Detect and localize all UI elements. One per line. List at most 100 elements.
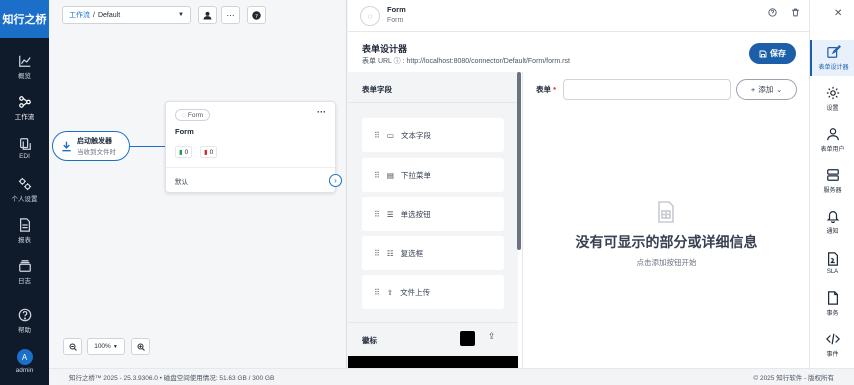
footer-version: 知行之桥™ 2025 - 25.3.9306.0 • 磁盘空间使用情况: 51.… bbox=[69, 375, 275, 382]
nav-item-reports[interactable]: 报表 bbox=[0, 210, 49, 251]
help-icon bbox=[18, 308, 31, 321]
start-trigger-node[interactable]: 启动触发器 当收到文件时 bbox=[52, 131, 130, 161]
node-type-pill: ◌ Form bbox=[175, 109, 211, 121]
badge-preview-bar bbox=[348, 356, 518, 368]
fields-title: 表单字段 bbox=[362, 85, 392, 94]
badge-label: 徽标 bbox=[362, 336, 377, 345]
chart-line-icon bbox=[18, 55, 31, 67]
workspace-name: Default bbox=[97, 11, 121, 19]
nav-item-personal-settings[interactable]: 个人设置 bbox=[0, 169, 49, 210]
edi-icon bbox=[19, 138, 31, 150]
field-checkbox[interactable]: ⠿ ☷ 复选框 bbox=[362, 236, 504, 270]
zoom-in-icon bbox=[137, 343, 145, 351]
drag-handle-icon[interactable]: ⠿ bbox=[374, 131, 380, 140]
field-upload[interactable]: ⠿ ⇧ 文件上传 bbox=[362, 275, 504, 309]
save-button[interactable]: 保存 bbox=[749, 43, 796, 64]
nav-item-logs[interactable]: 日志 bbox=[0, 251, 49, 292]
trash-icon[interactable] bbox=[791, 8, 800, 19]
drag-handle-icon[interactable]: ⠿ bbox=[374, 171, 380, 180]
bell-icon bbox=[826, 211, 839, 223]
rail-item-events[interactable]: 事件 bbox=[810, 325, 854, 365]
nav-item-help[interactable]: 帮助 bbox=[0, 300, 49, 341]
settings-icon bbox=[18, 177, 31, 190]
nav-label: 工作流 bbox=[14, 113, 35, 121]
rail-label: 通知 bbox=[826, 229, 839, 235]
user-name: admin bbox=[15, 367, 34, 374]
field-radio[interactable]: ⠿ ☰ 单选按钮 bbox=[362, 197, 504, 231]
empty-state-title: 没有可显示的部分或详细信息 bbox=[575, 234, 758, 250]
chevron-right-icon[interactable]: › bbox=[329, 174, 342, 187]
form-icon: ◌ bbox=[360, 6, 380, 26]
server-icon bbox=[826, 169, 839, 181]
save-label: 保存 bbox=[770, 49, 786, 58]
person-button[interactable] bbox=[198, 6, 217, 24]
rail-item-notifications[interactable]: 通知 bbox=[810, 202, 854, 242]
app-root: 知行之桥 概览 工作流 EDI 个人设置 报表 日志 帮助 A admin 工作… bbox=[0, 0, 854, 385]
upload-icon[interactable]: ⇪ bbox=[488, 331, 496, 342]
rail-item-sla[interactable]: SLA bbox=[810, 243, 854, 283]
radio-list-icon: ☰ bbox=[386, 209, 394, 219]
nav-item-workflow[interactable]: 工作流 bbox=[0, 87, 49, 128]
rail-label: 表单用户 bbox=[820, 147, 845, 153]
node-title: Form bbox=[175, 127, 194, 136]
add-label: 添加 bbox=[758, 85, 774, 94]
form-pill-icon: ◌ bbox=[182, 111, 186, 119]
zoom-out-icon bbox=[69, 343, 77, 351]
nav-item-admin[interactable]: A admin bbox=[0, 341, 49, 382]
add-button[interactable]: + 添加 ⌄ bbox=[736, 79, 797, 100]
help-button[interactable]: ? bbox=[247, 6, 266, 24]
zoom-out-button[interactable] bbox=[63, 338, 82, 355]
field-label: 复选框 bbox=[400, 248, 424, 258]
text-field-icon: ▭ bbox=[386, 130, 394, 140]
rail-item-settings[interactable]: 设置 bbox=[810, 79, 854, 119]
field-text[interactable]: ⠿ ▭ 文本字段 bbox=[362, 118, 504, 152]
drag-handle-icon[interactable]: ⠿ bbox=[374, 249, 380, 258]
node-more-icon[interactable]: ··· bbox=[317, 107, 326, 117]
field-label: 下拉菜单 bbox=[400, 170, 431, 180]
zoom-in-button[interactable] bbox=[131, 338, 150, 355]
breadcrumb[interactable]: 工作流 / Default ▼ bbox=[62, 6, 191, 24]
rail-item-transactions[interactable]: 事务 bbox=[810, 284, 854, 324]
nav-item-edi[interactable]: EDI bbox=[0, 128, 49, 169]
scrollbar[interactable] bbox=[517, 72, 521, 250]
close-icon[interactable]: ✕ bbox=[834, 8, 842, 19]
drag-handle-icon[interactable]: ⠿ bbox=[374, 288, 380, 297]
error-count-badge[interactable]: ▮ 0 bbox=[200, 146, 218, 158]
sla-icon bbox=[827, 251, 838, 266]
ellipsis-icon: ⋯ bbox=[226, 10, 235, 20]
field-label: 单选按钮 bbox=[400, 209, 431, 219]
form-url-value[interactable]: http://localhost:8080/connector/Default/… bbox=[406, 58, 569, 65]
rail-item-server[interactable]: 服务器 bbox=[810, 161, 854, 201]
form-node[interactable]: ◌ Form ··· Form ▮ 0 ▮ 0 默认 › bbox=[165, 101, 342, 193]
badge-color-swatch[interactable] bbox=[460, 331, 475, 346]
breadcrumb-root[interactable]: 工作流 bbox=[69, 10, 90, 20]
avatar: A bbox=[16, 349, 33, 365]
help-icon[interactable] bbox=[768, 8, 777, 19]
footer-copyright: © 2025 知行软件 - 版权所有 bbox=[753, 375, 834, 382]
nav-item-overview[interactable]: 概览 bbox=[0, 46, 49, 87]
rail-item-form-designer[interactable]: 表单设计器 bbox=[810, 40, 854, 76]
drag-handle-icon[interactable]: ⠿ bbox=[374, 210, 380, 219]
rail-label: 事件 bbox=[826, 352, 839, 358]
help-circle-icon: ? bbox=[252, 10, 261, 19]
checkbox-list-icon: ☷ bbox=[386, 248, 394, 258]
workflow-canvas[interactable]: 工作流 / Default ▼ ⋯ ? 启动触发器 当收到文件时 ◌ Form bbox=[49, 0, 347, 368]
rail-item-form-users[interactable]: 表单用户 bbox=[810, 120, 854, 160]
log-icon bbox=[18, 259, 31, 272]
form-name-input[interactable] bbox=[563, 79, 731, 100]
node-type-label: Form bbox=[187, 111, 204, 119]
zoom-level-select[interactable]: 100% ▼ bbox=[87, 338, 125, 355]
more-button[interactable]: ⋯ bbox=[221, 6, 240, 24]
code-icon bbox=[825, 333, 840, 345]
dropdown-icon: ▤ bbox=[386, 170, 394, 180]
person-icon bbox=[203, 11, 212, 19]
user-icon bbox=[826, 128, 839, 141]
success-count: 0 bbox=[184, 148, 189, 156]
brand-logo[interactable]: 知行之桥 bbox=[0, 0, 49, 38]
chevron-down-icon: ▼ bbox=[112, 343, 118, 350]
error-count: 0 bbox=[209, 148, 214, 156]
form-designer-icon bbox=[826, 45, 841, 58]
field-dropdown[interactable]: ⠿ ▤ 下拉菜单 bbox=[362, 158, 504, 192]
field-label: 文本字段 bbox=[400, 130, 431, 140]
success-count-badge[interactable]: ▮ 0 bbox=[175, 146, 193, 158]
